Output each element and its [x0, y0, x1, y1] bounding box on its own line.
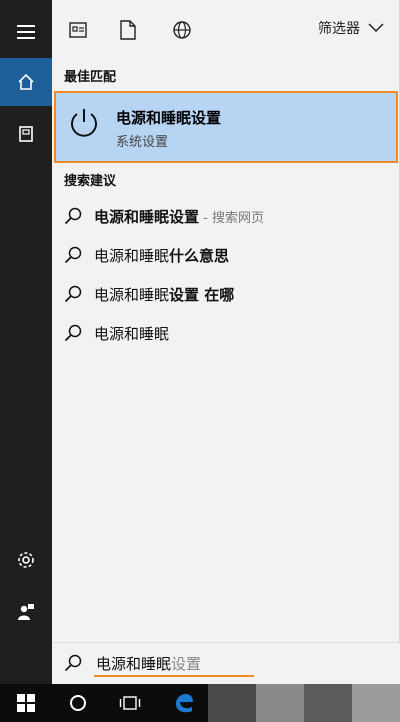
search-input[interactable]: 电源和睡眠设置	[96, 653, 201, 674]
documents-filter-button[interactable]	[114, 16, 142, 44]
notebook-button[interactable]	[0, 110, 52, 158]
taskbar	[0, 684, 400, 722]
search-results-panel: 筛选器 最佳匹配 电源和睡眠设置 系统设置 搜索建议 电源和睡眠设置 - 搜索网…	[52, 0, 400, 684]
suggestion-normal: 电源和睡眠	[94, 324, 170, 343]
home-icon	[18, 73, 34, 90]
suggestion-bold: 什么意思	[169, 246, 230, 265]
suggestion-item[interactable]: 电源和睡眠设置 在哪	[52, 279, 400, 309]
feedback-button[interactable]	[0, 588, 52, 636]
edge-icon	[176, 694, 193, 713]
search-box[interactable]: 电源和睡眠设置	[52, 642, 400, 684]
chevron-down-icon	[368, 23, 384, 33]
blurred-app	[256, 684, 304, 722]
search-typed-text: 电源和睡眠	[96, 655, 172, 673]
suggestion-item[interactable]: 电源和睡眠	[52, 318, 400, 348]
documents-icon	[120, 20, 136, 40]
blurred-app	[304, 684, 352, 722]
user-feedback-icon	[18, 604, 34, 620]
search-autocomplete-text: 设置	[171, 655, 202, 673]
search-icon	[64, 324, 82, 342]
start-rail	[0, 0, 52, 684]
search-icon	[64, 207, 82, 225]
cortana-icon	[70, 695, 86, 711]
edge-button[interactable]	[160, 684, 208, 722]
notebook-icon	[19, 126, 33, 142]
apps-filter-button[interactable]	[64, 16, 92, 44]
suggestion-hint: - 搜索网页	[199, 210, 264, 226]
search-icon	[64, 246, 82, 264]
best-match-result[interactable]: 电源和睡眠设置 系统设置	[54, 91, 398, 163]
web-filter-button[interactable]	[168, 16, 196, 44]
suggestions-heading: 搜索建议	[64, 174, 117, 189]
settings-icon	[18, 552, 34, 568]
blurred-app	[208, 684, 256, 722]
suggestion-item[interactable]: 电源和睡眠什么意思	[52, 240, 400, 270]
hamburger-icon	[17, 25, 35, 39]
best-match-heading: 最佳匹配	[64, 70, 117, 85]
best-match-subtitle: 系统设置	[116, 135, 169, 150]
search-icon	[64, 285, 82, 303]
cortana-button[interactable]	[54, 684, 102, 722]
best-match-title: 电源和睡眠设置	[116, 109, 222, 127]
suggestion-bold: 设置 在哪	[169, 285, 235, 304]
input-underline	[94, 675, 254, 677]
apps-icon	[69, 22, 87, 38]
suggestion-normal: 电源和睡眠	[94, 246, 170, 265]
filter-label: 筛选器	[318, 21, 360, 37]
windows-logo-icon	[17, 694, 35, 712]
search-icon	[64, 654, 82, 672]
start-button[interactable]	[2, 684, 50, 722]
filter-toolbar: 筛选器	[52, 0, 400, 56]
suggestion-normal: 电源和睡眠	[94, 285, 170, 304]
task-view-button[interactable]	[106, 684, 154, 722]
filter-dropdown[interactable]: 筛选器	[318, 18, 384, 38]
power-icon	[71, 109, 97, 137]
suggestion-item[interactable]: 电源和睡眠设置 - 搜索网页	[52, 201, 400, 231]
suggestion-bold: 电源和睡眠设置	[94, 207, 200, 226]
home-button[interactable]	[0, 58, 52, 106]
task-view-icon	[119, 696, 141, 710]
web-icon	[173, 21, 191, 39]
blurred-taskbar-apps	[208, 684, 400, 722]
hamburger-button[interactable]	[0, 8, 52, 56]
settings-button[interactable]	[0, 536, 52, 584]
blurred-app	[352, 684, 400, 722]
